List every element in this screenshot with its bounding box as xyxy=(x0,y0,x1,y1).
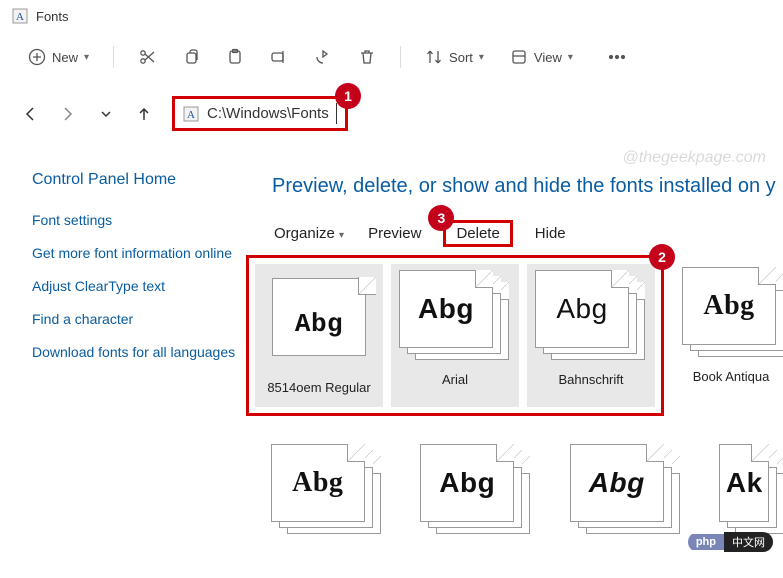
organize-button[interactable]: Organize ▾ xyxy=(272,221,346,246)
font-item[interactable]: Abg 8514oem Regular xyxy=(255,264,383,407)
recent-button[interactable] xyxy=(96,104,116,124)
font-item[interactable]: Abg xyxy=(271,444,383,536)
annotation-badge-3: 3 xyxy=(428,205,454,231)
separator xyxy=(400,46,401,68)
copy-icon xyxy=(182,48,200,66)
up-button[interactable] xyxy=(134,104,154,124)
font-grid: 2 Abg 8514oem Regular Abg Arial xyxy=(246,255,783,416)
sort-icon xyxy=(425,48,443,66)
fonts-folder-icon: A xyxy=(183,106,199,122)
action-bar: Organize ▾ Preview Delete 3 Hide xyxy=(272,220,783,247)
font-item[interactable]: Abg Arial xyxy=(391,264,519,407)
rename-icon xyxy=(270,48,288,66)
delete-action-button[interactable]: Delete xyxy=(456,225,499,242)
font-item[interactable]: Abg Book Antiqua xyxy=(676,261,783,416)
font-grid-row2: Abg Abg Abg Ak xyxy=(264,444,783,546)
separator xyxy=(113,46,114,68)
share-button[interactable] xyxy=(304,42,342,72)
address-bar[interactable]: A C:\Windows\Fonts 1 xyxy=(172,96,348,131)
preview-button[interactable]: Preview xyxy=(366,221,423,246)
svg-text:A: A xyxy=(16,11,24,23)
view-button[interactable]: View ▾ xyxy=(500,42,583,72)
share-icon xyxy=(314,48,332,66)
trash-icon xyxy=(358,48,376,66)
paste-button[interactable] xyxy=(216,42,254,72)
plus-circle-icon xyxy=(28,48,46,66)
clipboard-icon xyxy=(226,48,244,66)
sidebar-link-font-settings[interactable]: Font settings xyxy=(32,211,242,230)
main-panel: @thegeekpage.com Preview, delete, or sho… xyxy=(242,157,783,546)
copy-button[interactable] xyxy=(172,42,210,72)
view-icon xyxy=(510,48,528,66)
font-item[interactable]: Abg xyxy=(570,444,682,536)
sidebar: Control Panel Home Font settings Get mor… xyxy=(32,157,242,546)
chevron-down-icon: ▾ xyxy=(479,52,484,63)
watermark: @thegeekpage.com xyxy=(623,149,766,167)
page-heading: Preview, delete, or show and hide the fo… xyxy=(272,175,783,198)
chevron-down-icon: ▾ xyxy=(339,230,344,241)
new-button[interactable]: New ▾ xyxy=(18,42,99,72)
font-item[interactable]: Abg Bahnschrift xyxy=(527,264,655,407)
scissors-icon xyxy=(138,48,156,66)
source-chip: php 中文网 xyxy=(688,532,773,552)
back-button[interactable] xyxy=(20,104,40,124)
hide-button[interactable]: Hide xyxy=(533,221,568,246)
ellipsis-icon xyxy=(607,48,627,66)
sidebar-link-more-info[interactable]: Get more font information online xyxy=(32,244,242,263)
rename-button[interactable] xyxy=(260,42,298,72)
annotation-badge-2: 2 xyxy=(649,244,675,270)
sidebar-link-download-fonts[interactable]: Download fonts for all languages xyxy=(32,343,242,362)
chevron-down-icon: ▾ xyxy=(84,52,89,63)
cut-button[interactable] xyxy=(128,42,166,72)
annotation-badge-1: 1 xyxy=(335,83,361,109)
delete-action-highlight: Delete 3 xyxy=(443,220,512,247)
address-text[interactable]: C:\Windows\Fonts xyxy=(207,103,337,124)
forward-button[interactable] xyxy=(58,104,78,124)
sidebar-link-find-character[interactable]: Find a character xyxy=(32,310,242,329)
font-item[interactable]: Ak xyxy=(719,444,779,536)
svg-text:A: A xyxy=(187,109,195,121)
toolbar: New ▾ Sort ▾ View ▾ xyxy=(0,32,783,82)
more-button[interactable] xyxy=(597,42,637,72)
selection-highlight: 2 Abg 8514oem Regular Abg Arial xyxy=(246,255,664,416)
fonts-icon: A xyxy=(12,8,28,24)
font-item[interactable]: Abg xyxy=(420,444,532,536)
chevron-down-icon: ▾ xyxy=(568,52,573,63)
window-title: Fonts xyxy=(36,9,69,24)
titlebar: A Fonts xyxy=(0,0,783,32)
delete-button[interactable] xyxy=(348,42,386,72)
sidebar-heading[interactable]: Control Panel Home xyxy=(32,171,242,189)
sort-button[interactable]: Sort ▾ xyxy=(415,42,494,72)
nav-row: A C:\Windows\Fonts 1 xyxy=(0,82,783,157)
sidebar-link-cleartype[interactable]: Adjust ClearType text xyxy=(32,277,242,296)
